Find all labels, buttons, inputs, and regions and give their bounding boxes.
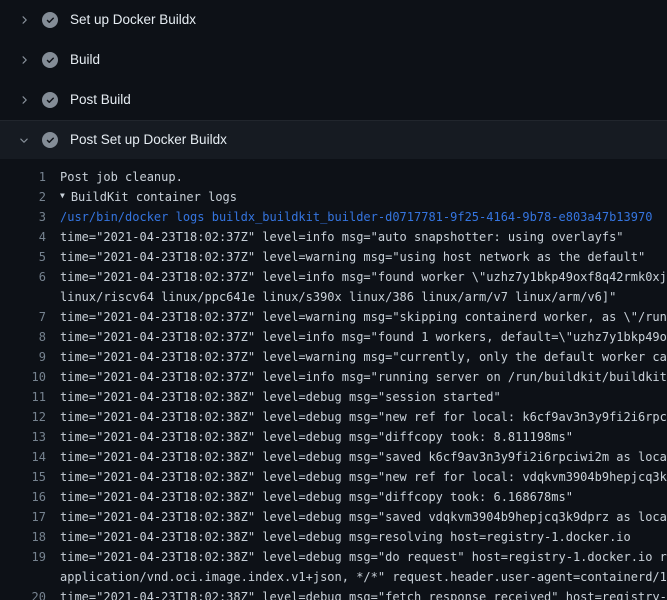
log-line: 2 ▼ BuildKit container logs	[0, 187, 667, 207]
line-text: time="2021-04-23T18:02:38Z" level=debug …	[46, 467, 667, 487]
line-text: time="2021-04-23T18:02:38Z" level=debug …	[46, 447, 667, 467]
log-line: 11 ▼ time="2021-04-23T18:02:38Z" level=d…	[0, 387, 667, 407]
log-line: 15 ▼ time="2021-04-23T18:02:38Z" level=d…	[0, 467, 667, 487]
step-section-post-set-up-docker-buildx[interactable]: Post Set up Docker Buildx	[0, 120, 667, 159]
chevron-right-icon	[16, 52, 32, 68]
line-text: time="2021-04-23T18:02:38Z" level=debug …	[46, 547, 667, 567]
line-text: time="2021-04-23T18:02:38Z" level=debug …	[46, 507, 667, 527]
job-log-viewer: Set up Docker Buildx Build Post Buil	[0, 0, 667, 600]
log-line: 13 ▼ time="2021-04-23T18:02:38Z" level=d…	[0, 427, 667, 447]
log-line-continuation: ▼ application/vnd.oci.image.index.v1+jso…	[0, 567, 667, 587]
line-text: time="2021-04-23T18:02:38Z" level=debug …	[46, 487, 573, 507]
log-line: 7 ▼ time="2021-04-23T18:02:37Z" level=wa…	[0, 307, 667, 327]
triangle-down-icon[interactable]: ▼	[46, 187, 65, 206]
log-line: 17 ▼ time="2021-04-23T18:02:38Z" level=d…	[0, 507, 667, 527]
step-section-build[interactable]: Build	[0, 40, 667, 80]
log-line-continuation: ▼ linux/riscv64 linux/ppc641e linux/s390…	[0, 287, 667, 307]
line-number[interactable]: 16	[0, 487, 46, 507]
line-text: application/vnd.oci.image.index.v1+json,…	[46, 567, 667, 587]
chevron-right-icon	[16, 92, 32, 108]
log-line: 20 ▼ time="2021-04-23T18:02:38Z" level=d…	[0, 587, 667, 600]
line-number[interactable]: 3	[0, 207, 46, 227]
line-text: time="2021-04-23T18:02:38Z" level=debug …	[46, 427, 573, 447]
line-number[interactable]: 18	[0, 527, 46, 547]
log-line: 9 ▼ time="2021-04-23T18:02:37Z" level=wa…	[0, 347, 667, 367]
line-number[interactable]: 15	[0, 467, 46, 487]
line-number[interactable]: 5	[0, 247, 46, 267]
line-text: time="2021-04-23T18:02:37Z" level=warnin…	[46, 347, 667, 367]
line-number[interactable]	[0, 567, 46, 587]
check-circle-icon	[42, 132, 58, 148]
step-name: Post Set up Docker Buildx	[70, 132, 227, 148]
line-number[interactable]: 11	[0, 387, 46, 407]
log-line: 6 ▼ time="2021-04-23T18:02:37Z" level=in…	[0, 267, 667, 287]
step-name: Post Build	[70, 92, 131, 108]
line-text: time="2021-04-23T18:02:38Z" level=debug …	[46, 387, 501, 407]
step-list: Set up Docker Buildx Build Post Buil	[0, 0, 667, 159]
line-number[interactable]	[0, 287, 46, 307]
step-name: Set up Docker Buildx	[70, 12, 196, 28]
line-text: time="2021-04-23T18:02:37Z" level=info m…	[46, 327, 667, 347]
line-text: time="2021-04-23T18:02:37Z" level=warnin…	[46, 247, 645, 267]
line-number[interactable]: 10	[0, 367, 46, 387]
line-text: Post job cleanup.	[46, 167, 183, 187]
line-number[interactable]: 7	[0, 307, 46, 327]
log-line: 3 ▼ /usr/bin/docker logs buildx_buildkit…	[0, 207, 667, 227]
log-line: 19 ▼ time="2021-04-23T18:02:38Z" level=d…	[0, 547, 667, 567]
line-number[interactable]: 2	[0, 187, 46, 207]
line-number[interactable]: 17	[0, 507, 46, 527]
line-text: linux/riscv64 linux/ppc641e linux/s390x …	[46, 287, 616, 307]
line-number[interactable]: 19	[0, 547, 46, 567]
line-number[interactable]: 13	[0, 427, 46, 447]
step-section-set-up-docker-buildx[interactable]: Set up Docker Buildx	[0, 0, 667, 40]
line-number[interactable]: 14	[0, 447, 46, 467]
line-number[interactable]: 20	[0, 587, 46, 600]
log-line: 12 ▼ time="2021-04-23T18:02:38Z" level=d…	[0, 407, 667, 427]
check-circle-icon	[42, 12, 58, 28]
line-number[interactable]: 1	[0, 167, 46, 187]
log-line: 18 ▼ time="2021-04-23T18:02:38Z" level=d…	[0, 527, 667, 547]
line-text: /usr/bin/docker logs buildx_buildkit_bui…	[46, 207, 652, 227]
log-line: 8 ▼ time="2021-04-23T18:02:37Z" level=in…	[0, 327, 667, 347]
line-number[interactable]: 8	[0, 327, 46, 347]
chevron-right-icon	[16, 132, 32, 148]
line-text: time="2021-04-23T18:02:38Z" level=debug …	[46, 527, 631, 547]
line-text: time="2021-04-23T18:02:38Z" level=debug …	[46, 407, 667, 427]
line-text: time="2021-04-23T18:02:37Z" level=info m…	[46, 227, 624, 247]
line-number[interactable]: 9	[0, 347, 46, 367]
line-text: time="2021-04-23T18:02:37Z" level=warnin…	[46, 307, 667, 327]
line-number[interactable]: 6	[0, 267, 46, 287]
log-line: 4 ▼ time="2021-04-23T18:02:37Z" level=in…	[0, 227, 667, 247]
line-text: time="2021-04-23T18:02:37Z" level=info m…	[46, 367, 667, 387]
line-number[interactable]: 12	[0, 407, 46, 427]
check-circle-icon	[42, 92, 58, 108]
log-line: 5 ▼ time="2021-04-23T18:02:37Z" level=wa…	[0, 247, 667, 267]
log-line: 16 ▼ time="2021-04-23T18:02:38Z" level=d…	[0, 487, 667, 507]
log-line: 14 ▼ time="2021-04-23T18:02:38Z" level=d…	[0, 447, 667, 467]
check-circle-icon	[42, 52, 58, 68]
step-name: Build	[70, 52, 100, 68]
log-line: 1 ▼ Post job cleanup.	[0, 167, 667, 187]
line-text: time="2021-04-23T18:02:38Z" level=debug …	[46, 587, 667, 600]
log-line: 10 ▼ time="2021-04-23T18:02:37Z" level=i…	[0, 367, 667, 387]
line-number[interactable]: 4	[0, 227, 46, 247]
step-section-post-build[interactable]: Post Build	[0, 80, 667, 120]
step-log-body: 1 ▼ Post job cleanup. 2 ▼ BuildKit conta…	[0, 159, 667, 600]
chevron-right-icon	[16, 12, 32, 28]
line-text: BuildKit container logs	[57, 187, 237, 207]
line-text: time="2021-04-23T18:02:37Z" level=info m…	[46, 267, 667, 287]
